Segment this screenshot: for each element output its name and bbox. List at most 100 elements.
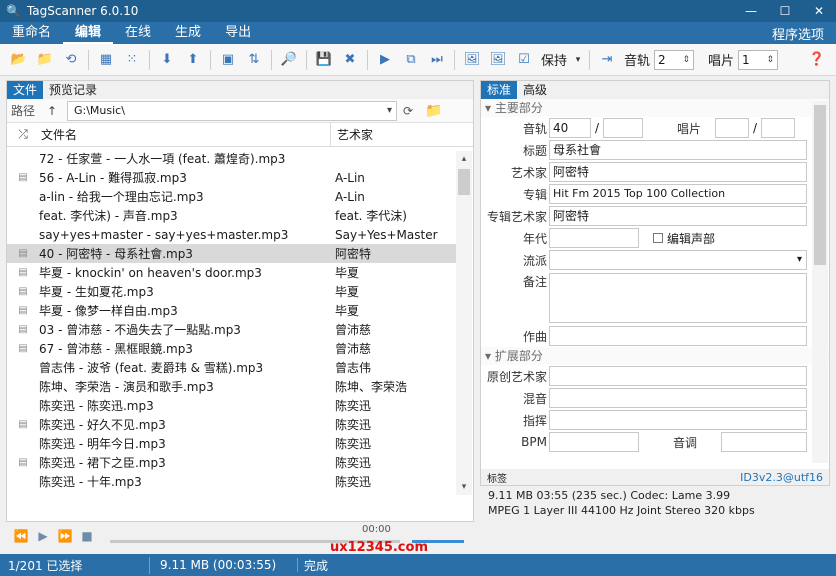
path-input[interactable]: G:\Music\ ▾ bbox=[67, 100, 397, 121]
title-field[interactable]: 母系社會 bbox=[549, 140, 807, 160]
select-icon[interactable]: ▣ bbox=[217, 49, 239, 71]
key-field[interactable] bbox=[721, 432, 807, 452]
disc-stepper[interactable]: 1 ⇕ bbox=[738, 49, 779, 70]
file-row[interactable]: ▤ 40 - 阿密特 - 母系社會.mp3 阿密特 bbox=[7, 244, 457, 263]
file-row[interactable]: say+yes+master - say+yes+master.mp3 Say+Y… bbox=[7, 225, 457, 244]
minimize-icon[interactable]: — bbox=[734, 0, 768, 22]
column-header-artist[interactable]: 艺术家 bbox=[331, 126, 373, 143]
orig-artist-field[interactable] bbox=[549, 366, 807, 386]
fast-forward-icon[interactable]: ⏩ bbox=[54, 529, 76, 543]
checklist-icon[interactable]: ☑ bbox=[513, 49, 535, 71]
conductor-field[interactable] bbox=[549, 410, 807, 430]
file-row[interactable]: feat. 李代沫) - 声音.mp3 feat. 李代沫) bbox=[7, 206, 457, 225]
tag-icon: ▤ bbox=[18, 343, 28, 354]
tab-export[interactable]: 导出 bbox=[213, 22, 263, 44]
file-row[interactable]: ▤ 03 - 曾沛慈 - 不過失去了一點點.mp3 曾沛慈 bbox=[7, 320, 457, 339]
track-total-field[interactable] bbox=[603, 118, 643, 138]
remove-tag-icon[interactable]: ✖ bbox=[339, 49, 361, 71]
rewind-icon[interactable]: ⏪ bbox=[10, 529, 32, 543]
search-icon[interactable]: 🔎 bbox=[278, 49, 300, 71]
refresh-icon[interactable]: ⟳ bbox=[403, 104, 413, 118]
file-row[interactable]: 陈奕迅 - 十年.mp3 陈奕迅 bbox=[7, 472, 457, 491]
sort-icon[interactable]: ⇅ bbox=[243, 49, 265, 71]
up-arrow-icon[interactable]: ↑ bbox=[43, 104, 61, 118]
stepper-arrows-icon[interactable]: ⇕ bbox=[767, 55, 775, 65]
image-edit-icon[interactable]: 🖼 bbox=[487, 49, 509, 71]
file-row[interactable]: ▤ 67 - 曾沛慈 - 黑框眼鏡.mp3 曾沛慈 bbox=[7, 339, 457, 358]
tab-standard[interactable]: 标准 bbox=[481, 81, 518, 99]
edit-cover-checkbox[interactable] bbox=[653, 233, 663, 243]
program-options-button[interactable]: 程序选项 bbox=[772, 24, 824, 43]
move-up-icon[interactable]: ⬆ bbox=[182, 49, 204, 71]
file-row[interactable]: 陈奕迅 - 陈奕迅.mp3 陈奕迅 bbox=[7, 396, 457, 415]
file-row[interactable]: ▤ 56 - A-Lin - 難得孤寂.mp3 A-Lin bbox=[7, 168, 457, 187]
tab-advanced[interactable]: 高级 bbox=[517, 81, 553, 99]
album-field[interactable]: Hit Fm 2015 Top 100 Collection bbox=[549, 184, 807, 204]
file-row[interactable]: ▤ 陈奕迅 - 裙下之臣.mp3 陈奕迅 bbox=[7, 453, 457, 472]
tab-preview-log[interactable]: 预览记录 bbox=[43, 81, 103, 99]
section-main-header[interactable]: ▾ 主要部分 bbox=[481, 99, 829, 117]
tab-online[interactable]: 在线 bbox=[113, 22, 163, 44]
scroll-thumb[interactable] bbox=[458, 169, 470, 195]
file-row[interactable]: ▤ 毕夏 - 像梦一样自由.mp3 毕夏 bbox=[7, 301, 457, 320]
genre-select[interactable]: ▾ bbox=[549, 250, 807, 270]
track-stepper[interactable]: 2 ⇕ bbox=[654, 49, 695, 70]
chevron-down-icon[interactable]: ▾ bbox=[573, 49, 583, 71]
artist-field[interactable]: 阿密特 bbox=[549, 162, 807, 182]
folder-icon[interactable]: 📁 bbox=[425, 103, 442, 119]
play-file-icon[interactable]: ▶ bbox=[374, 49, 396, 71]
scroll-up-icon[interactable]: ▴ bbox=[456, 151, 472, 167]
grid-view-icon[interactable]: ▦ bbox=[95, 49, 117, 71]
composer-field[interactable] bbox=[549, 326, 807, 346]
add-folder-icon[interactable]: 📁 bbox=[34, 49, 56, 71]
keep-dropdown[interactable]: 保持 bbox=[541, 50, 567, 69]
open-folder-icon[interactable]: 📂 bbox=[8, 49, 30, 71]
stop-icon[interactable]: ■ bbox=[76, 529, 98, 543]
file-row[interactable]: ▤ 毕夏 - 生如夏花.mp3 毕夏 bbox=[7, 282, 457, 301]
section-ext-header[interactable]: ▾ 扩展部分 bbox=[481, 347, 829, 365]
tab-rename[interactable]: 重命名 bbox=[0, 22, 63, 44]
grid-dots-icon[interactable]: ⁙ bbox=[121, 49, 143, 71]
tab-edit[interactable]: 编辑 bbox=[63, 22, 114, 44]
image-icon[interactable]: 🖼 bbox=[461, 49, 483, 71]
year-field[interactable] bbox=[549, 228, 639, 248]
scroll-down-icon[interactable]: ▾ bbox=[456, 479, 472, 495]
shuffle-icon[interactable]: ⤮ bbox=[7, 127, 39, 142]
track-field[interactable]: 40 bbox=[549, 118, 591, 138]
album-artist-field[interactable]: 阿密特 bbox=[549, 206, 807, 226]
disc-field[interactable] bbox=[715, 118, 749, 138]
file-row[interactable]: 曾志伟 - 波爷 (feat. 麦爵玮 & 雪糕).mp3 曾志伟 bbox=[7, 358, 457, 377]
chevron-down-icon[interactable]: ▾ bbox=[797, 251, 802, 269]
file-artist: 陈奕迅 bbox=[335, 456, 372, 470]
file-row[interactable]: 72 - 任家萱 - 一人水一項 (feat. 蕭煌奇).mp3 bbox=[7, 149, 457, 168]
export-icon[interactable]: ⇥ bbox=[596, 49, 618, 71]
disc-total-field[interactable] bbox=[761, 118, 795, 138]
next-file-icon[interactable]: ⏭ bbox=[426, 49, 448, 71]
comment-field[interactable] bbox=[549, 273, 807, 323]
refresh-icon[interactable]: ⟲ bbox=[60, 49, 82, 71]
file-row[interactable]: ▤ 陈奕迅 - 好久不见.mp3 陈奕迅 bbox=[7, 415, 457, 434]
tag-editor-scrollbar[interactable] bbox=[812, 101, 828, 463]
tag-version-link[interactable]: ID3v2.3@utf16 bbox=[740, 471, 823, 484]
column-header-filename[interactable]: 文件名 bbox=[39, 122, 331, 147]
tab-files[interactable]: 文件 bbox=[7, 81, 44, 99]
tab-generate[interactable]: 生成 bbox=[163, 22, 213, 44]
move-down-icon[interactable]: ⬇ bbox=[156, 49, 178, 71]
file-row[interactable]: ▤ 毕夏 - knockin' on heaven's door.mp3 毕夏 bbox=[7, 263, 457, 282]
stepper-arrows-icon[interactable]: ⇕ bbox=[682, 55, 690, 65]
file-row[interactable]: 陈奕迅 - 明年今日.mp3 陈奕迅 bbox=[7, 434, 457, 453]
close-icon[interactable]: ✕ bbox=[802, 0, 836, 22]
maximize-icon[interactable]: ☐ bbox=[768, 0, 802, 22]
save-tag-icon[interactable]: 💾 bbox=[313, 49, 335, 71]
help-icon[interactable]: ❓ bbox=[806, 49, 828, 71]
file-row[interactable]: a-lin - 给我一个理由忘记.mp3 A-Lin bbox=[7, 187, 457, 206]
file-panel: 文件 预览记录 路径 ↑ G:\Music\ ▾ ⟳ 📁 ⤮ 文件名 艺术家 7… bbox=[6, 80, 474, 522]
scroll-thumb[interactable] bbox=[814, 105, 826, 265]
play-icon[interactable]: ▶ bbox=[32, 529, 54, 543]
copy-file-icon[interactable]: ⧉ bbox=[400, 49, 422, 71]
file-list-scrollbar[interactable]: ▴ ▾ bbox=[456, 151, 472, 495]
file-row[interactable]: 陈坤、李荣浩 - 演员和歌手.mp3 陈坤、李荣浩 bbox=[7, 377, 457, 396]
bpm-field[interactable] bbox=[549, 432, 639, 452]
chevron-down-icon[interactable]: ▾ bbox=[387, 105, 392, 116]
remix-field[interactable] bbox=[549, 388, 807, 408]
